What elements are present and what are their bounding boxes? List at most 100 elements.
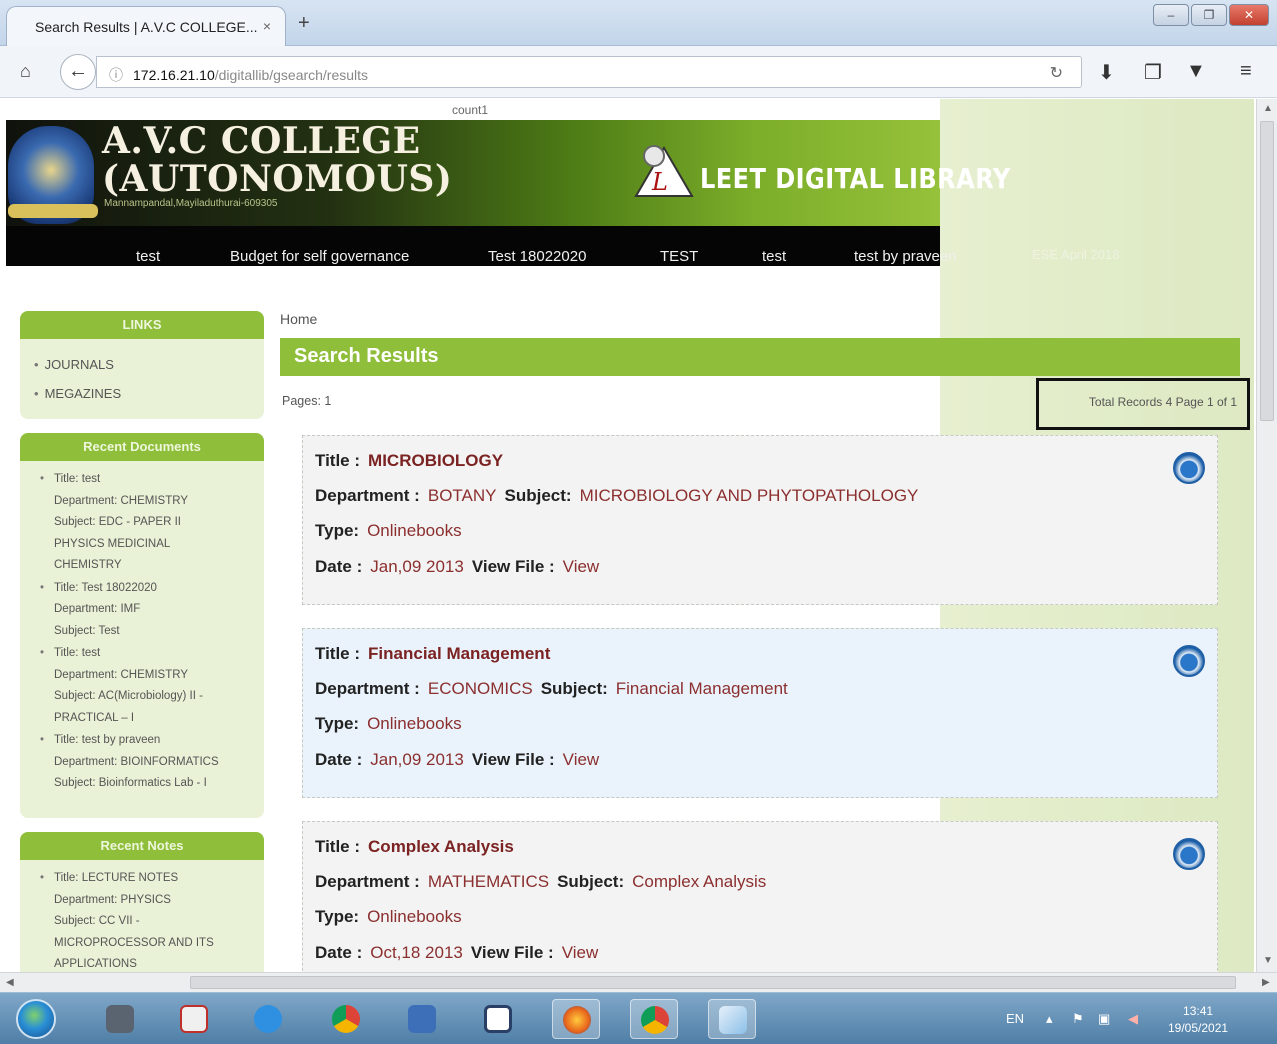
department-label: Department : [315, 679, 420, 698]
list-item-line: APPLICATIONS [54, 958, 137, 970]
type-row: Type: Onlinebooks [315, 714, 470, 734]
date-value: Jan,09 2013 [370, 750, 464, 769]
taskbar-app[interactable] [398, 999, 446, 1039]
network-icon[interactable]: ▣ [1098, 1011, 1110, 1027]
view-link[interactable]: View [563, 557, 600, 576]
info-icon[interactable]: ⓘ [109, 67, 123, 83]
svg-text:L: L [651, 168, 668, 196]
recent-documents-panel: Recent Documents Title: test Department: … [20, 433, 264, 818]
online-globe-icon[interactable] [1173, 645, 1205, 677]
library-icon[interactable]: ❐ [1144, 60, 1162, 85]
link-megazines[interactable]: MEGAZINES [34, 386, 256, 401]
scroll-thumb[interactable] [190, 976, 1236, 989]
recent-notes-list: Title: LECTURE NOTES Department: PHYSICS S… [20, 860, 264, 972]
list-item-line: Department: IMF [54, 603, 141, 615]
tray-expand-icon[interactable]: ▴ [1046, 1011, 1053, 1027]
browser-tab[interactable]: Search Results | A.V.C COLLEGE... × [6, 6, 286, 46]
page-title: Search Results [294, 345, 439, 367]
date-label: Date : [315, 557, 363, 576]
library-title: LEET DIGITAL LIBRARY [700, 162, 1011, 195]
menu-icon[interactable]: ≡ [1240, 60, 1252, 83]
date-row: Date : Jan,09 2013 View File : View [315, 750, 607, 770]
reload-icon[interactable]: ↻ [1050, 63, 1063, 83]
menu-item[interactable]: Test 18022020 [488, 248, 586, 265]
minimize-button[interactable]: – [1153, 4, 1189, 26]
language-indicator[interactable]: EN [1006, 1011, 1024, 1026]
department-value: MATHEMATICS [427, 872, 550, 891]
online-globe-icon[interactable] [1173, 452, 1205, 484]
department-row: Department : BOTANY Subject: MICROBIOLOGY A… [315, 486, 926, 506]
taskbar-app[interactable] [170, 999, 218, 1039]
site-banner: A.V.C COLLEGE (AUTONOMOUS) Mannampandal,… [6, 120, 1010, 226]
tab-title: Search Results | A.V.C COLLEGE... [35, 19, 258, 35]
scroll-thumb[interactable] [1260, 121, 1274, 421]
list-item[interactable]: Title: test Department: CHEMISTRY Subject:… [34, 643, 256, 729]
link-journals[interactable]: JOURNALS [34, 357, 256, 372]
list-item-line: Title: test [54, 647, 101, 659]
subject-value: Financial Management [615, 679, 788, 698]
subject-value: MICROBIOLOGY AND PHYTOPATHOLOGY [579, 486, 919, 505]
menu-item[interactable]: Budget for self governance [230, 248, 409, 265]
subject-label: Subject: [557, 872, 625, 891]
taskbar-app[interactable] [96, 999, 144, 1039]
tab-close-icon[interactable]: × [263, 18, 271, 34]
visit-counter: count1 [452, 103, 489, 117]
scroll-left-icon[interactable]: ◀ [6, 977, 14, 988]
list-item-line: Title: test [54, 473, 101, 485]
list-item-line: Subject: Test [54, 624, 120, 637]
scroll-up-icon[interactable]: ▲ [1263, 103, 1273, 114]
view-file-label: View File : [470, 943, 554, 962]
title-label: Title : [315, 644, 361, 663]
scroll-right-icon[interactable]: ▶ [1262, 977, 1270, 988]
horizontal-scrollbar[interactable]: ◀ ▶ [0, 972, 1277, 992]
menu-item[interactable]: TEST [660, 248, 698, 265]
menu-item[interactable]: test [762, 248, 786, 265]
back-button[interactable]: ← [60, 54, 96, 90]
new-tab-button[interactable]: + [298, 12, 310, 35]
pocket-icon[interactable]: ▼ [1186, 60, 1206, 83]
taskbar-app[interactable] [552, 999, 600, 1039]
scroll-down-icon[interactable]: ▼ [1263, 955, 1273, 966]
list-item[interactable]: Title: test by praveen Department: BIOINF… [34, 730, 256, 795]
close-window-button[interactable]: ✕ [1229, 4, 1269, 26]
list-item-line: Title: test by praveen [54, 734, 161, 746]
list-item-line: Subject: Bioinformatics Lab - I [54, 777, 207, 789]
list-item-line: Department: PHYSICS [54, 893, 171, 906]
date-row: Date : Jan,09 2013 View File : View [315, 557, 607, 577]
title-value: Financial Management [368, 644, 551, 663]
list-item[interactable]: Title: LECTURE NOTES Department: PHYSICS S… [34, 868, 256, 972]
menu-item[interactable]: test by praveen [854, 248, 957, 265]
chrome-icon [332, 1005, 360, 1033]
list-item-line: Department: BIOINFORMATICS [54, 755, 219, 768]
flag-icon[interactable]: ⚑ [1072, 1011, 1084, 1027]
menu-item[interactable]: test [136, 248, 160, 265]
list-item[interactable]: Title: test Department: CHEMISTRY Subject:… [34, 469, 256, 577]
result-card: Title : MICROBIOLOGY Department : BOTANY Sub… [302, 435, 1218, 605]
scanner-app-icon [106, 1005, 134, 1033]
download-icon[interactable]: ⬇ [1098, 60, 1115, 85]
taskbar-app[interactable] [630, 999, 678, 1039]
results-header: Search Results [280, 338, 1240, 376]
recent-documents-list: Title: test Department: CHEMISTRY Subject:… [20, 461, 264, 803]
online-globe-icon[interactable] [1173, 838, 1205, 870]
address-bar[interactable]: ⓘ 172.16.21.10/digitallib/gsearch/results… [96, 56, 1082, 88]
view-link[interactable]: View [562, 943, 599, 962]
system-clock[interactable]: 13:41 19/05/2021 [1168, 1003, 1228, 1037]
volume-icon[interactable]: ◀ [1128, 1011, 1138, 1027]
result-card: Title : Complex Analysis Department : MATHE… [302, 821, 1218, 972]
chrome-icon [641, 1006, 669, 1034]
restore-button[interactable]: ❐ [1191, 4, 1227, 26]
taskbar-app[interactable] [322, 999, 370, 1039]
view-link[interactable]: View [563, 750, 600, 769]
start-button[interactable] [16, 999, 56, 1039]
list-item[interactable]: Title: Test 18022020 Department: IMF Subje… [34, 578, 256, 643]
list-item-line: Subject: AC(Microbiology) II - [54, 690, 203, 702]
breadcrumb[interactable]: Home [280, 311, 317, 327]
vertical-scrollbar[interactable]: ▲ ▼ [1256, 99, 1277, 972]
taskbar-app[interactable] [244, 999, 292, 1039]
taskbar-app[interactable] [708, 999, 756, 1039]
taskbar-app[interactable] [474, 999, 522, 1039]
view-file-label: View File : [471, 557, 555, 576]
menu-item[interactable]: ESE April 2018 [1032, 247, 1119, 262]
home-icon[interactable]: ⌂ [20, 61, 31, 82]
